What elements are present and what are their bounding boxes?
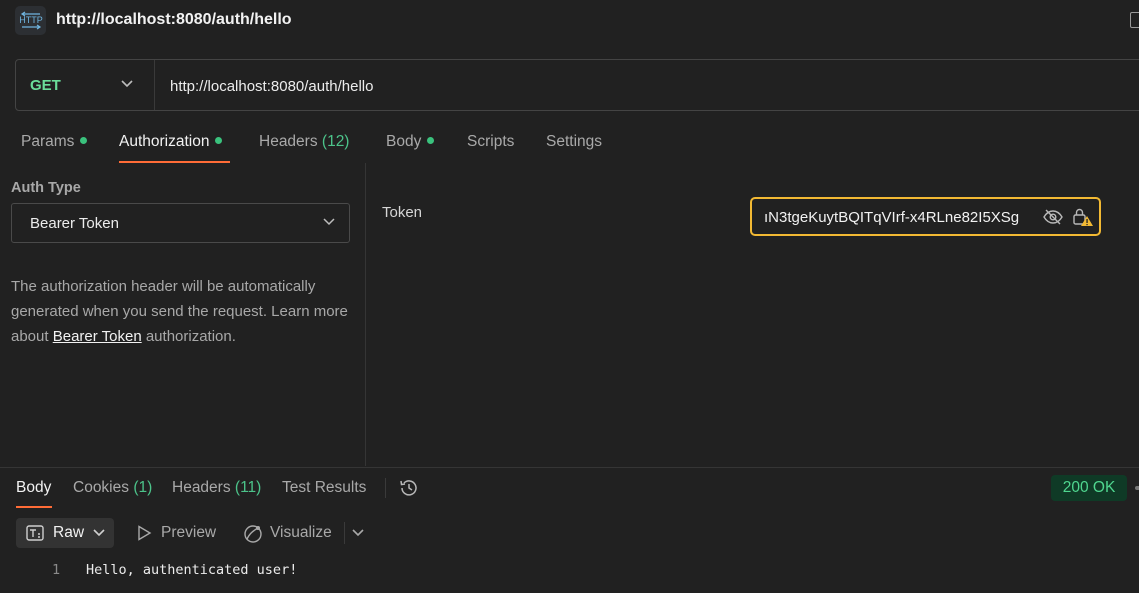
auth-type-label: Auth Type bbox=[11, 180, 81, 196]
visualize-separator bbox=[344, 522, 345, 544]
response-active-tab-indicator bbox=[16, 506, 52, 508]
svg-text:HTTP: HTTP bbox=[19, 15, 43, 25]
play-icon bbox=[138, 525, 152, 541]
auth-type-select[interactable]: Bearer Token bbox=[11, 203, 350, 243]
response-body-line: Hello, authenticated user! bbox=[86, 562, 298, 578]
tab-scripts[interactable]: Scripts bbox=[467, 133, 514, 163]
auth-description: The authorization header will be automat… bbox=[11, 274, 356, 349]
tab-separator bbox=[385, 478, 386, 498]
tab-body[interactable]: Body bbox=[386, 133, 435, 163]
tab-settings[interactable]: Settings bbox=[546, 133, 602, 163]
chevron-down-icon bbox=[323, 218, 335, 226]
tab-authorization-label: Authorization bbox=[119, 133, 210, 150]
auth-description-suffix: authorization. bbox=[141, 328, 236, 345]
preview-label: Preview bbox=[161, 524, 217, 541]
status-dot bbox=[427, 137, 435, 144]
status-badge[interactable]: 200 OK bbox=[1051, 475, 1127, 501]
title-bar: HTTP http://localhost:8080/auth/hello bbox=[0, 0, 1139, 42]
tab-params-label: Params bbox=[21, 133, 75, 150]
overflow-indicator bbox=[1135, 486, 1139, 490]
pane-divider bbox=[365, 163, 366, 466]
lock-warning-icon[interactable] bbox=[1072, 207, 1094, 227]
token-input[interactable]: ıN3tgeKuytBQITqVIrf-x4RLne82I5XSg bbox=[750, 197, 1101, 236]
response-tab-cookies-label: Cookies bbox=[73, 479, 129, 496]
token-label: Token bbox=[382, 204, 423, 221]
cookies-count: (1) bbox=[133, 479, 153, 496]
raw-format-icon bbox=[26, 525, 44, 541]
token-value[interactable]: ıN3tgeKuytBQITqVIrf-x4RLne82I5XSg bbox=[764, 209, 1039, 226]
response-tab-body[interactable]: Body bbox=[16, 479, 51, 497]
raw-format-button[interactable]: Raw bbox=[16, 518, 114, 548]
chevron-down-icon bbox=[121, 80, 133, 88]
tab-body-label: Body bbox=[386, 133, 422, 150]
status-dot bbox=[80, 137, 88, 144]
response-tab-test-results-label: Test Results bbox=[282, 479, 367, 496]
line-number: 1 bbox=[52, 562, 61, 578]
url-bar: GET bbox=[15, 59, 1139, 111]
tab-headers[interactable]: Headers (12) bbox=[259, 133, 349, 163]
method-select[interactable]: GET bbox=[16, 60, 155, 110]
http-icon: HTTP bbox=[15, 6, 46, 35]
tab-headers-label: Headers bbox=[259, 133, 318, 150]
method-label: GET bbox=[30, 77, 61, 94]
response-divider bbox=[0, 467, 1139, 468]
response-tab-headers-label: Headers bbox=[172, 479, 231, 496]
active-tab-indicator bbox=[119, 161, 230, 163]
chevron-down-icon[interactable] bbox=[351, 528, 365, 538]
response-tab-body-label: Body bbox=[16, 479, 52, 496]
url-input[interactable] bbox=[170, 75, 1070, 97]
layout-toggle-icon[interactable] bbox=[1130, 12, 1139, 28]
response-tab-test-results[interactable]: Test Results bbox=[282, 479, 366, 497]
response-headers-count: (11) bbox=[234, 479, 262, 496]
tab-settings-label: Settings bbox=[546, 133, 603, 150]
response-tab-cookies[interactable]: Cookies (1) bbox=[73, 479, 152, 497]
tab-authorization[interactable]: Authorization bbox=[119, 133, 223, 163]
chevron-down-icon bbox=[93, 529, 105, 537]
tab-scripts-label: Scripts bbox=[467, 133, 515, 150]
history-icon[interactable] bbox=[398, 477, 420, 499]
visualize-icon bbox=[244, 525, 262, 543]
raw-format-label: Raw bbox=[53, 524, 85, 541]
auth-type-value: Bearer Token bbox=[30, 215, 119, 232]
headers-count: (12) bbox=[321, 133, 350, 150]
eye-off-icon[interactable] bbox=[1043, 208, 1063, 226]
response-tab-headers[interactable]: Headers (11) bbox=[172, 479, 261, 497]
visualize-label: Visualize bbox=[270, 524, 332, 541]
status-dot bbox=[215, 137, 223, 144]
tab-params[interactable]: Params bbox=[21, 133, 88, 163]
bearer-token-link[interactable]: Bearer Token bbox=[53, 328, 142, 345]
request-title[interactable]: http://localhost:8080/auth/hello bbox=[56, 11, 292, 29]
